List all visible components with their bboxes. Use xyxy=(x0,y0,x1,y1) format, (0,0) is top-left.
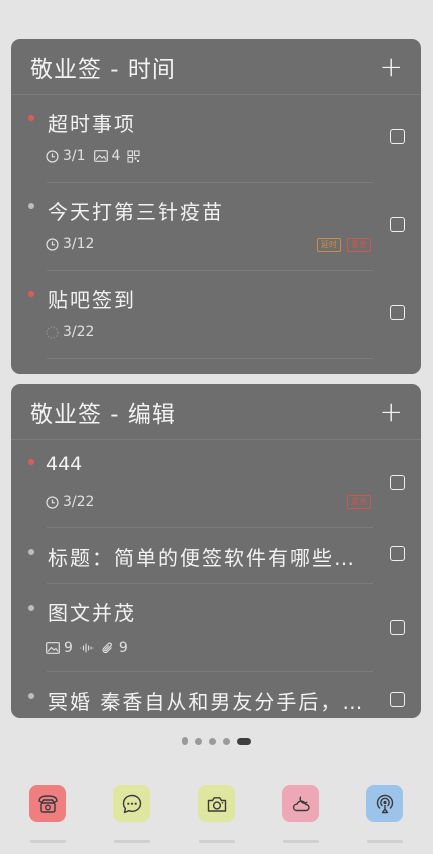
image-count: 4 xyxy=(111,148,121,164)
podcast-icon xyxy=(376,794,393,813)
item-meta: 3/22 xyxy=(46,323,94,341)
message-icon xyxy=(122,794,141,813)
list-item[interactable]: 冥婚 秦香自从和男友分手后，… xyxy=(11,672,421,718)
image-icon xyxy=(46,642,60,654)
message-app-icon[interactable] xyxy=(113,785,150,822)
status-dot xyxy=(28,459,34,465)
status-dot xyxy=(28,291,34,297)
dock-label-bar xyxy=(283,840,319,843)
item-checkbox[interactable] xyxy=(390,475,405,490)
image-count: 9 xyxy=(64,640,73,656)
grid-icon xyxy=(127,149,141,163)
widget-time: 敬业签 - 时间 + 超时事项 3/1 4 今天打第三针疫苗 3/12 延时 紧… xyxy=(11,39,421,374)
page-dot[interactable] xyxy=(223,737,230,745)
tag-urgent: 紧急 xyxy=(347,238,371,252)
widget-header: 敬业签 - 编辑 + xyxy=(11,384,421,440)
list-item[interactable]: 444 3/22 紧急 xyxy=(11,440,421,528)
dock-label-bar xyxy=(367,840,403,843)
list-item[interactable]: 贴吧签到 3/22 xyxy=(11,271,421,359)
loading-icon xyxy=(46,325,59,339)
widget-title: 敬业签 - 编辑 xyxy=(30,401,176,428)
item-title: 图文并茂 xyxy=(48,601,136,625)
weather-icon xyxy=(292,796,310,811)
list-item[interactable]: 今天打第三针疫苗 3/12 延时 紧急 xyxy=(11,183,421,271)
status-dot xyxy=(28,549,34,555)
list-item[interactable]: 图文并茂 9 9 xyxy=(11,584,421,672)
list-item[interactable]: 超时事项 3/1 4 xyxy=(11,95,421,183)
status-dot xyxy=(28,203,34,209)
item-meta: 3/12 xyxy=(46,235,94,253)
weather-app-icon[interactable] xyxy=(282,785,319,822)
attachment-icon xyxy=(102,642,112,653)
list-item[interactable]: 标题：简单的便签软件有哪些… xyxy=(11,528,421,584)
clock-icon xyxy=(46,495,59,509)
dock-label-bar xyxy=(114,840,150,843)
item-date: 3/12 xyxy=(63,236,95,252)
item-checkbox[interactable] xyxy=(390,620,405,635)
item-meta: 3/22 xyxy=(46,493,94,511)
camera-app-icon[interactable] xyxy=(198,785,235,822)
item-checkbox[interactable] xyxy=(390,546,405,561)
item-checkbox[interactable] xyxy=(390,217,405,232)
item-title: 444 xyxy=(46,453,83,475)
widget-title: 敬业签 - 时间 xyxy=(30,56,176,83)
status-dot xyxy=(28,605,34,611)
phone-icon xyxy=(37,794,58,813)
dock-label-bar xyxy=(30,840,66,843)
item-title: 标题：简单的便签软件有哪些… xyxy=(48,546,356,570)
page-dot[interactable] xyxy=(209,737,216,745)
add-button[interactable]: + xyxy=(380,397,404,426)
item-checkbox[interactable] xyxy=(390,305,405,320)
divider xyxy=(47,358,373,359)
page-indicator xyxy=(0,737,433,745)
add-button[interactable]: + xyxy=(380,52,404,81)
dock-label-bar xyxy=(199,840,235,843)
clock-icon xyxy=(46,149,59,163)
status-dot xyxy=(28,115,34,121)
item-title: 贴吧签到 xyxy=(48,288,136,312)
phone-app-icon[interactable] xyxy=(29,785,66,822)
tag-delay: 延时 xyxy=(317,238,341,252)
item-title: 今天打第三针疫苗 xyxy=(48,200,224,224)
item-date: 3/1 xyxy=(63,148,86,164)
item-title: 超时事项 xyxy=(48,112,136,136)
item-date: 3/22 xyxy=(63,494,95,510)
podcast-app-icon[interactable] xyxy=(366,785,403,822)
page-dot-active[interactable] xyxy=(237,737,251,745)
status-dot xyxy=(28,693,34,699)
clock-icon xyxy=(46,237,59,251)
audio-icon xyxy=(80,643,94,653)
item-checkbox[interactable] xyxy=(390,129,405,144)
image-icon xyxy=(93,150,108,162)
page-dot[interactable] xyxy=(182,737,188,745)
item-meta: 9 9 xyxy=(46,639,128,657)
camera-icon xyxy=(207,796,226,812)
item-checkbox[interactable] xyxy=(390,692,405,707)
item-title: 冥婚 秦香自从和男友分手后，… xyxy=(48,690,365,714)
attachment-count: 9 xyxy=(118,640,128,656)
page-dot[interactable] xyxy=(195,737,202,745)
widget-header: 敬业签 - 时间 + xyxy=(11,39,421,95)
item-date: 3/22 xyxy=(63,324,95,340)
item-meta: 3/1 4 xyxy=(46,147,141,165)
widget-edit: 敬业签 - 编辑 + 444 3/22 紧急 标题：简单的便签软件有哪些… 图文… xyxy=(11,384,421,718)
tag-urgent: 紧急 xyxy=(347,495,371,509)
